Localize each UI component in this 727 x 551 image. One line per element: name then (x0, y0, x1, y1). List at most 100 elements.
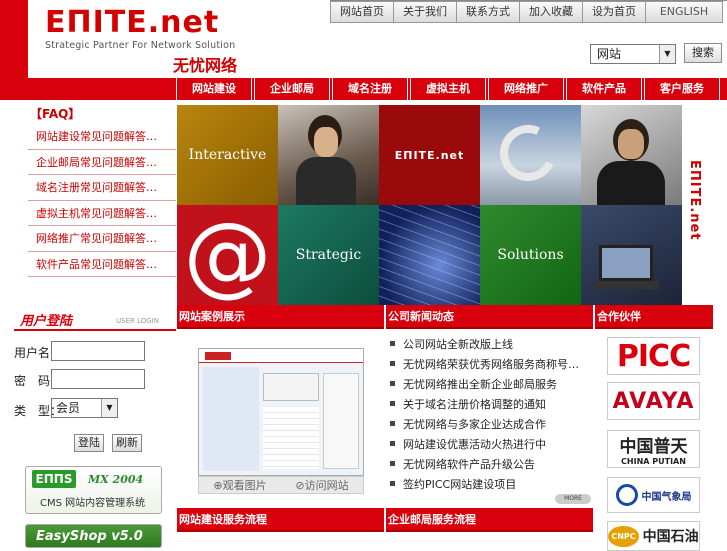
logo-chinese-name: 无忧网络 (173, 56, 238, 75)
chevron-down-icon: ▼ (101, 399, 117, 417)
nav-web-build[interactable]: 网站建设 (176, 78, 252, 100)
nav-mail[interactable]: 企业邮局 (254, 78, 330, 100)
globe-icon (615, 484, 638, 506)
partner-picc-logo: PICC (616, 338, 691, 374)
bullet-icon (390, 441, 395, 446)
login-subtitle: USER LOGIN (116, 317, 159, 325)
side-brand-text: EΠITE.net (687, 160, 702, 241)
news-item[interactable]: 关于域名注册价格调整的通知 (403, 396, 546, 412)
tile-text: EΠITE.net (394, 148, 465, 162)
partner-picc[interactable]: PICC (607, 337, 700, 375)
news-item[interactable]: 无忧网络推出全新企业邮局服务 (403, 376, 557, 392)
password-input[interactable] (51, 369, 145, 389)
tile-text: Solutions (497, 247, 564, 263)
news-item[interactable]: 签约PICC网站建设项目 (403, 476, 516, 492)
easyshop-text: EasyShop v5.0 (36, 529, 143, 544)
cms-desc: CMS 网站内容管理系统 (40, 498, 146, 509)
tile-strategic: Strategic (278, 205, 379, 305)
cms-version: MX 2004 (88, 473, 144, 486)
case-screenshot[interactable] (198, 348, 364, 476)
site-logo[interactable]: EΠITE.net Strategic Partner For Network … (45, 5, 245, 76)
user-type-select[interactable]: 会员 ▼ (51, 398, 118, 418)
partner-avaya[interactable]: AVAYA (607, 382, 700, 420)
tile-text: Interactive (188, 147, 267, 163)
username-input[interactable] (51, 341, 145, 361)
partner-cnpc[interactable]: CNPC 中国石油 (607, 521, 700, 551)
cms-banner[interactable]: EΠΠS MX 2004 CMS 网站内容管理系统 (25, 466, 162, 514)
view-picture-link[interactable]: ⊕观看图片 (213, 477, 266, 493)
section-mail-process-header: 企业邮局服务流程 (386, 508, 593, 532)
topnav-about[interactable]: 关于我们 (393, 1, 457, 23)
faq-item[interactable]: 域名注册常见问题解答… (28, 175, 176, 201)
partner-cma[interactable]: 中国气象局 (607, 477, 700, 513)
bullet-icon (390, 421, 395, 426)
news-item[interactable]: 网站建设优惠活动火热进行中 (403, 436, 546, 452)
easyshop-banner[interactable]: EasyShop v5.0 (25, 524, 162, 548)
faq-item[interactable]: 软件产品常见问题解答… (28, 252, 176, 277)
news-item[interactable]: 无忧网络软件产品升级公告 (403, 456, 535, 472)
login-button[interactable]: 登陆 (74, 434, 104, 452)
faq-title: 【FAQ】 (30, 107, 81, 121)
nav-software[interactable]: 软件产品 (566, 78, 642, 100)
faq-item[interactable]: 网络推广常见问题解答… (28, 226, 176, 252)
faq-panel: 【FAQ】 网站建设常见问题解答… 企业邮局常见问题解答… 域名注册常见问题解答… (28, 104, 176, 280)
nav-service[interactable]: 客户服务 (644, 78, 720, 100)
tile-photo-laptop (581, 205, 682, 305)
section-news-header: 公司新闻动态 (386, 305, 593, 329)
section-partners-header: 合作伙伴 (595, 305, 713, 329)
search-button[interactable]: 搜索 (684, 43, 722, 63)
left-red-stripe (0, 0, 28, 100)
login-header: 用户登陆 USER LOGIN (14, 305, 176, 331)
tile-photo-man (581, 105, 682, 205)
hero-mosaic: Interactive EΠITE.net @ Strategic Soluti… (177, 105, 682, 305)
topnav-contact[interactable]: 联系方式 (456, 1, 520, 23)
search-scope-value: 网站 (597, 47, 622, 61)
partner-cnpc-name: 中国石油 (642, 529, 699, 545)
topnav-english[interactable]: ENGLISH (645, 1, 723, 23)
search-scope-select[interactable]: 网站 ▼ (590, 44, 676, 64)
link-icon: ⊘ (295, 479, 305, 492)
tile-text: @ (183, 205, 272, 305)
bullet-icon (390, 401, 395, 406)
section-cases-header: 网站案例展示 (177, 305, 384, 329)
news-item[interactable]: 无忧网络荣获优秀网络服务商称号… (403, 356, 579, 372)
section-build-process-header: 网站建设服务流程 (177, 508, 384, 532)
faq-item[interactable]: 网站建设常见问题解答… (28, 124, 176, 150)
main-navigation: 网站建设 企业邮局 域名注册 虚拟主机 网络推广 软件产品 客户服务 (176, 78, 727, 100)
faq-item[interactable]: 虚拟主机常见问题解答… (28, 201, 176, 226)
partner-cma-name: 中国气象局 (641, 491, 692, 503)
tile-text: Strategic (295, 247, 362, 263)
nav-domain[interactable]: 域名注册 (332, 78, 408, 100)
login-title: 用户登陆 (20, 314, 73, 329)
logo-tagline: Strategic Partner For Network Solution (45, 40, 236, 51)
partner-avaya-logo: AVAYA (612, 388, 695, 414)
visit-site-link[interactable]: ⊘访问网站 (295, 477, 348, 493)
tile-brand: EΠITE.net (379, 105, 480, 205)
top-navigation: 网站首页 关于我们 联系方式 加入收藏 设为首页 ENGLISH (330, 0, 727, 23)
news-item[interactable]: 无忧网络与多家企业达成合作 (403, 416, 546, 432)
tile-at: @ (177, 205, 278, 305)
refresh-button[interactable]: 刷新 (112, 434, 142, 452)
nav-hosting[interactable]: 虚拟主机 (410, 78, 486, 100)
topnav-home[interactable]: 网站首页 (330, 1, 394, 23)
user-type-value: 会员 (56, 401, 81, 415)
topnav-favorite[interactable]: 加入收藏 (519, 1, 583, 23)
tile-solutions: Solutions (480, 205, 581, 305)
bullet-icon (390, 381, 395, 386)
tile-photo-network (379, 205, 480, 305)
cms-logo: EΠΠS (32, 470, 76, 488)
faq-item[interactable]: 企业邮局常见问题解答… (28, 150, 176, 175)
tile-interactive: Interactive (177, 105, 278, 205)
news-more-button[interactable]: MORE (555, 494, 591, 504)
partner-cnpc-badge: CNPC (608, 525, 639, 547)
partner-putian[interactable]: 中国普天 CHINA PUTIAN (607, 430, 700, 468)
magnifier-icon: ⊕ (213, 479, 223, 492)
news-item[interactable]: 公司网站全新改版上线 (403, 336, 513, 352)
chevron-down-icon: ▼ (659, 45, 675, 63)
logo-wordmark: EΠITE.net (45, 5, 220, 40)
side-brand: EΠITE.net (682, 105, 713, 305)
topnav-sethome[interactable]: 设为首页 (582, 1, 646, 23)
case-caption-bar: ⊕观看图片 ⊘访问网站 (198, 476, 364, 494)
partner-putian-en: CHINA PUTIAN (621, 457, 686, 466)
nav-promotion[interactable]: 网络推广 (488, 78, 564, 100)
